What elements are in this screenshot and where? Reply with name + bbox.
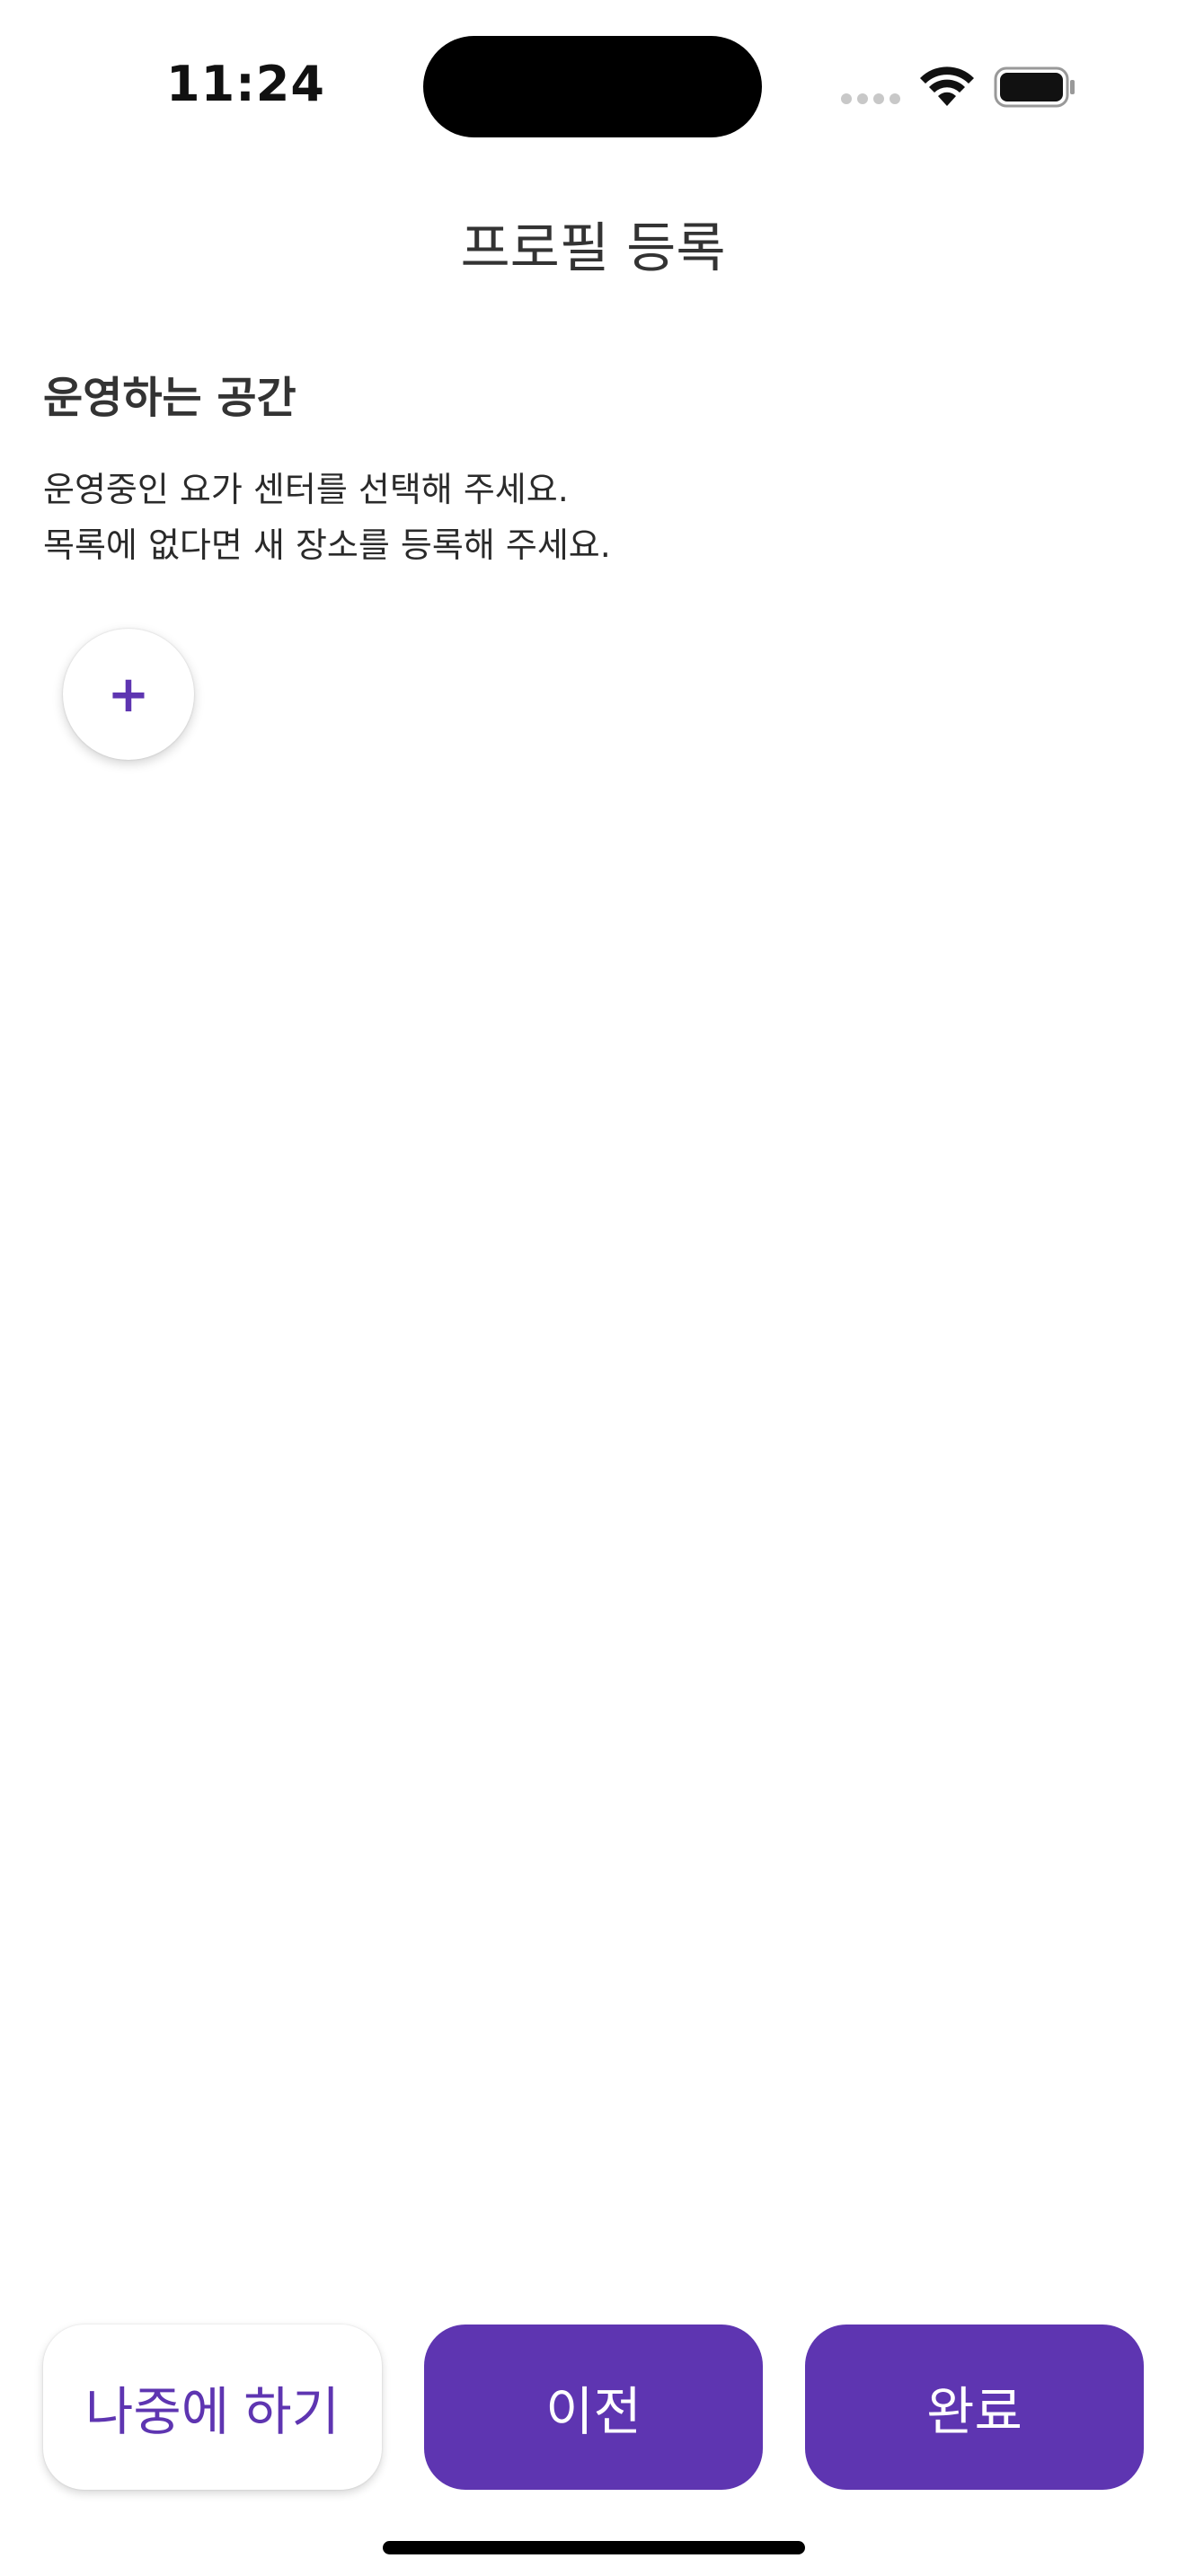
cellular-signal-icon xyxy=(841,93,900,104)
previous-button[interactable]: 이전 xyxy=(424,2325,763,2490)
add-space-button[interactable]: + xyxy=(63,629,194,760)
home-indicator[interactable] xyxy=(383,2541,805,2554)
wifi-icon xyxy=(920,66,974,106)
screen: 11:24 프로필 등록 운영하는 공간 운영중인 요가 센터를 선택해 주세요… xyxy=(0,0,1186,2576)
status-time: 11:24 xyxy=(166,56,325,112)
battery-icon xyxy=(994,66,1075,108)
done-button[interactable]: 완료 xyxy=(805,2325,1144,2490)
page-title: 프로필 등록 xyxy=(460,217,726,280)
description-line: 목록에 없다면 새 장소를 등록해 주세요. xyxy=(43,525,611,565)
plus-icon: + xyxy=(107,665,150,724)
dynamic-island xyxy=(423,36,762,137)
section-description: 운영중인 요가 센터를 선택해 주세요. 목록에 없다면 새 장소를 등록해 주… xyxy=(43,462,611,573)
later-button[interactable]: 나중에 하기 xyxy=(43,2325,382,2490)
bottom-action-bar: 나중에 하기 이전 완료 xyxy=(43,2325,1144,2490)
section-title: 운영하는 공간 xyxy=(43,373,296,423)
description-line: 운영중인 요가 센터를 선택해 주세요. xyxy=(43,470,569,509)
